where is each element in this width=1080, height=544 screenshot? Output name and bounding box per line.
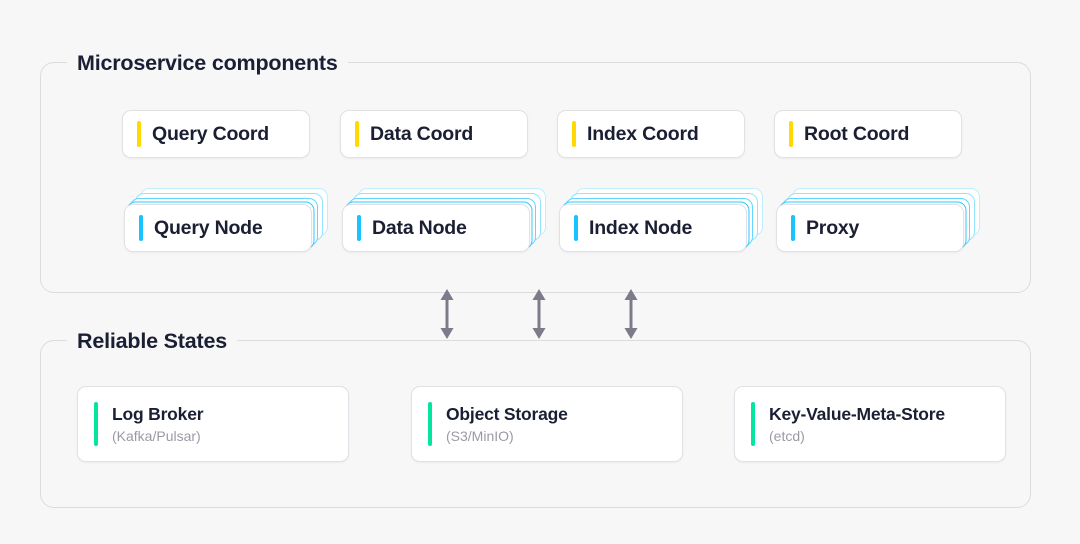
accent-bar-green-icon [94,402,98,446]
card-label: Index Node [589,216,693,239]
card-stack-query-node[interactable]: Query Node [124,188,328,252]
card-label: Query Coord [152,122,269,145]
card-data-node[interactable]: Data Node [342,204,530,252]
card-text-group: Log Broker (Kafka/Pulsar) [112,403,204,446]
accent-bar-yellow-icon [137,121,141,147]
card-subtitle: (etcd) [769,427,805,444]
accent-bar-yellow-icon [572,121,576,147]
accent-bar-cyan-icon [357,215,361,241]
card-data-coord[interactable]: Data Coord [340,110,528,158]
card-label: Proxy [806,216,860,239]
connector-left [440,289,454,339]
accent-bar-green-icon [751,402,755,446]
accent-bar-green-icon [428,402,432,446]
card-title: Object Storage [446,403,568,424]
card-root-coord[interactable]: Root Coord [774,110,962,158]
accent-bar-yellow-icon [789,121,793,147]
card-subtitle: (Kafka/Pulsar) [112,427,201,444]
card-log-broker[interactable]: Log Broker (Kafka/Pulsar) [77,386,349,462]
accent-bar-yellow-icon [355,121,359,147]
connector-middle [532,289,546,339]
card-label: Data Node [372,216,467,239]
card-text-group: Object Storage (S3/MinIO) [446,403,568,446]
card-query-node[interactable]: Query Node [124,204,312,252]
card-label: Index Coord [587,122,699,145]
card-key-value-meta-store[interactable]: Key-Value-Meta-Store (etcd) [734,386,1006,462]
section-title-microservice: Microservice components [67,49,348,77]
accent-bar-cyan-icon [139,215,143,241]
card-title: Log Broker [112,403,204,424]
connector-right [624,289,638,339]
card-label: Query Node [154,216,263,239]
card-index-node[interactable]: Index Node [559,204,747,252]
card-index-coord[interactable]: Index Coord [557,110,745,158]
accent-bar-cyan-icon [791,215,795,241]
card-stack-data-node[interactable]: Data Node [342,188,546,252]
card-label: Data Coord [370,122,474,145]
card-stack-index-node[interactable]: Index Node [559,188,763,252]
card-query-coord[interactable]: Query Coord [122,110,310,158]
card-object-storage[interactable]: Object Storage (S3/MinIO) [411,386,683,462]
section-title-reliable-states: Reliable States [67,327,237,355]
card-proxy[interactable]: Proxy [776,204,964,252]
card-text-group: Key-Value-Meta-Store (etcd) [769,403,945,446]
card-subtitle: (S3/MinIO) [446,427,514,444]
section-microservice-components: Microservice components [40,49,1031,293]
card-title: Key-Value-Meta-Store [769,403,945,424]
accent-bar-cyan-icon [574,215,578,241]
card-stack-proxy[interactable]: Proxy [776,188,980,252]
card-label: Root Coord [804,122,910,145]
diagram-canvas: Microservice components Query Coord Data… [0,0,1080,544]
